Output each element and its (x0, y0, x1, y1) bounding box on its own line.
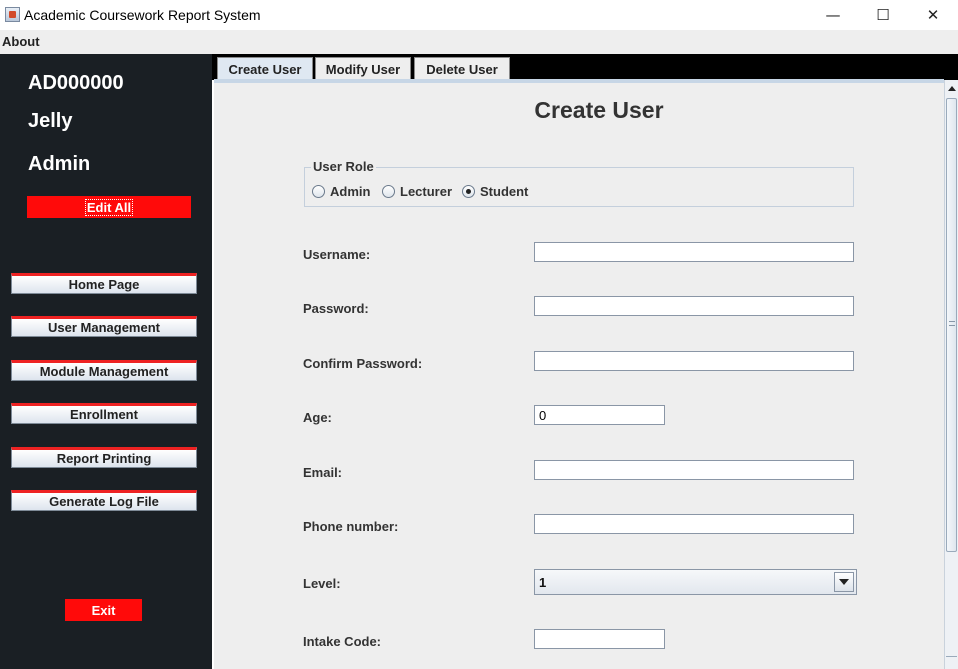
level-selected-value: 1 (539, 575, 547, 590)
password-label: Password: (303, 301, 369, 316)
role-admin-radio[interactable]: Admin (312, 184, 370, 199)
level-select[interactable]: 1 (534, 569, 857, 595)
user-id: AD000000 (28, 72, 124, 94)
app-window: Academic Coursework Report System — ☐ ✕ … (0, 0, 958, 669)
create-user-panel: Create User User Role Admin Lecturer Stu… (214, 83, 944, 669)
confirm-password-label: Confirm Password: (303, 356, 423, 371)
age-input[interactable] (534, 405, 665, 425)
scroll-down-arrow-icon[interactable] (946, 656, 957, 666)
menu-about[interactable]: About (2, 34, 40, 49)
minimize-button[interactable]: — (810, 0, 856, 30)
role-lecturer-label: Lecturer (400, 184, 453, 199)
tab-modify-user[interactable]: Modify User (315, 57, 411, 80)
tab-create-user[interactable]: Create User (217, 57, 313, 80)
radio-checked-icon (462, 185, 475, 198)
user-role-legend: User Role (311, 159, 376, 174)
window-title: Academic Coursework Report System (24, 7, 261, 23)
role-lecturer-radio[interactable]: Lecturer (382, 184, 452, 199)
generate-log-file-button[interactable]: Generate Log File (11, 490, 197, 511)
user-name: Jelly (28, 110, 73, 132)
user-management-button[interactable]: User Management (11, 316, 197, 337)
user-role-group: User Role Admin Lecturer Student (304, 159, 854, 207)
edit-all-label: Edit All (84, 198, 134, 216)
module-management-button[interactable]: Module Management (11, 360, 197, 381)
sidebar: AD000000 Jelly Admin Edit All Home Page … (0, 54, 212, 669)
maximize-button[interactable]: ☐ (860, 0, 906, 30)
tab-delete-user[interactable]: Delete User (414, 57, 510, 80)
tab-bar: Create User Modify User Delete User (212, 54, 958, 80)
confirm-password-input[interactable] (534, 351, 854, 371)
user-role: Admin (28, 153, 91, 175)
close-button[interactable]: ✕ (910, 0, 956, 30)
username-input[interactable] (534, 242, 854, 262)
email-input[interactable] (534, 460, 854, 480)
chevron-down-icon[interactable] (834, 572, 854, 592)
scrollbar-thumb[interactable] (946, 98, 957, 552)
title-bar: Academic Coursework Report System — ☐ ✕ (0, 0, 958, 30)
phone-number-label: Phone number: (303, 519, 399, 534)
age-label: Age: (303, 410, 332, 425)
radio-unchecked-icon (312, 185, 325, 198)
password-input[interactable] (534, 296, 854, 316)
report-printing-button[interactable]: Report Printing (11, 447, 197, 468)
edit-all-button[interactable]: Edit All (27, 196, 191, 218)
radio-unchecked-icon (382, 185, 395, 198)
exit-button[interactable]: Exit (65, 599, 142, 621)
form-title: Create User (534, 97, 664, 123)
phone-number-input[interactable] (534, 514, 854, 534)
intake-code-input[interactable] (534, 629, 665, 649)
home-page-button[interactable]: Home Page (11, 273, 197, 294)
scroll-up-arrow-icon[interactable] (945, 80, 958, 96)
intake-code-label: Intake Code: (303, 634, 382, 649)
menu-bar: About (0, 30, 958, 54)
role-admin-label: Admin (330, 184, 371, 199)
email-label: Email: (303, 465, 343, 480)
role-student-radio[interactable]: Student (462, 184, 528, 199)
grip-icon (949, 321, 955, 326)
role-student-label: Student (480, 184, 529, 199)
username-label: Username: (303, 247, 371, 262)
vertical-scrollbar[interactable] (944, 80, 958, 669)
java-app-icon (5, 7, 20, 22)
level-label: Level: (303, 576, 341, 591)
enrollment-button[interactable]: Enrollment (11, 403, 197, 424)
